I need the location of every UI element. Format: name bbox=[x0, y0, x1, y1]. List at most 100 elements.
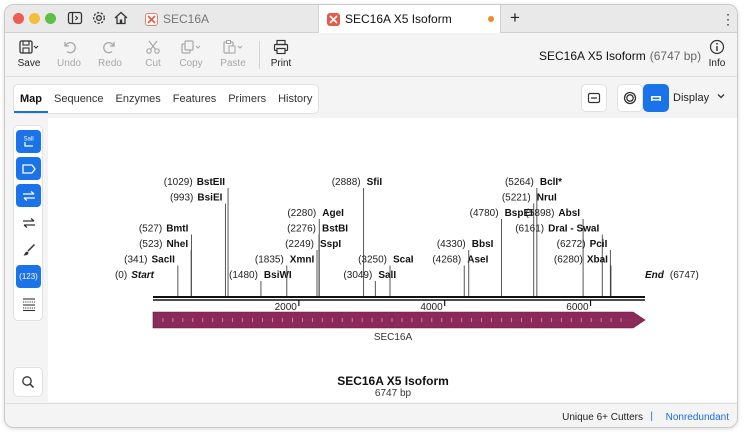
site-enzyme-name: BclI* bbox=[540, 177, 562, 188]
cut-button[interactable]: Cut bbox=[133, 37, 173, 75]
home-icon[interactable] bbox=[113, 10, 131, 28]
show-sequence-toggle[interactable] bbox=[16, 292, 41, 315]
gear-icon[interactable] bbox=[91, 10, 109, 28]
site-enzyme-name: XmnI bbox=[290, 255, 315, 266]
restriction-site-bsiei[interactable]: (993) BsiEI bbox=[170, 193, 223, 204]
site-enzyme-name: AgeI bbox=[322, 208, 344, 219]
undo-button[interactable]: Undo bbox=[49, 37, 89, 75]
restriction-site-drai-swai[interactable]: (6161) DraI - SwaI bbox=[515, 224, 599, 235]
restriction-site-scai[interactable]: ScaI bbox=[393, 255, 414, 266]
copy-button[interactable]: Copy bbox=[171, 37, 211, 75]
restriction-site-sfii[interactable]: SfiI bbox=[367, 177, 383, 188]
restriction-site-bsiwi[interactable]: BsiWI bbox=[264, 270, 292, 281]
print-button[interactable]: Print bbox=[261, 37, 301, 75]
restriction-site-bsteii[interactable]: (1029) BstEII bbox=[164, 177, 225, 188]
fit-view-button[interactable] bbox=[581, 84, 607, 112]
redo-button[interactable]: Redo bbox=[90, 37, 130, 75]
site-position: (2249) bbox=[285, 239, 314, 250]
site-position: (5898) bbox=[526, 208, 555, 219]
nonredundant-toggle[interactable]: Nonredundant bbox=[666, 412, 729, 423]
site-enzyme-name: NruI bbox=[537, 193, 557, 204]
print-label: Print bbox=[270, 58, 292, 69]
show-orfs-toggle[interactable]: SalI bbox=[16, 130, 41, 153]
show-translations-toggle[interactable] bbox=[16, 211, 41, 234]
enzyme-site-icon: SalI bbox=[23, 136, 34, 147]
site-enzyme-name: SfiI bbox=[367, 177, 383, 188]
status-separator: | bbox=[650, 411, 653, 422]
linear-map[interactable]: 2000 4000 6000 SEC16A (0) Start (341) SacII (523… bbox=[48, 118, 738, 402]
sidebar-toggle-icon[interactable] bbox=[67, 10, 85, 28]
more-options-icon[interactable]: ⋮ bbox=[721, 9, 735, 29]
tab-primers[interactable]: Primers bbox=[222, 85, 272, 113]
restriction-site-pcii[interactable]: (6272) PciI bbox=[557, 239, 608, 250]
show-primers-toggle[interactable] bbox=[16, 184, 41, 207]
map-length: 6747 bp bbox=[374, 388, 412, 399]
restriction-site-xbai[interactable]: (6280) XbaI bbox=[554, 255, 608, 266]
site-position: (1029) bbox=[164, 177, 193, 188]
tab-sec16a[interactable]: SEC16A bbox=[137, 5, 318, 33]
linear-map-icon bbox=[651, 96, 661, 101]
document-name: SEC16A X5 Isoform bbox=[539, 49, 646, 63]
restriction-site-sspi[interactable]: SspI bbox=[320, 239, 341, 250]
linear-map-canvas[interactable]: 2000 4000 6000 SEC16A (0) Start (341) SacII (523… bbox=[48, 118, 738, 402]
tab-history[interactable]: History bbox=[272, 85, 318, 113]
restriction-site-asei[interactable]: AseI bbox=[467, 255, 488, 266]
restriction-site-nrui[interactable]: NruI bbox=[537, 193, 557, 204]
enzyme-site-icon-text: SalI bbox=[23, 136, 34, 142]
display-dropdown[interactable]: Display bbox=[673, 84, 731, 112]
minimize-window-button[interactable] bbox=[29, 13, 40, 24]
site-position: (993) bbox=[170, 193, 193, 204]
enzyme-set-selector[interactable]: Unique 6+ Cutters bbox=[562, 412, 643, 423]
tab-map[interactable]: Map bbox=[14, 85, 48, 113]
site-position: (2888) bbox=[332, 177, 361, 188]
site-position: (6272) bbox=[557, 239, 586, 250]
restriction-site-agei[interactable]: AgeI bbox=[322, 208, 344, 219]
linear-view-button[interactable] bbox=[643, 84, 669, 112]
restriction-site-bstbi[interactable]: BstBI bbox=[322, 224, 348, 235]
save-button[interactable]: Save bbox=[9, 37, 49, 75]
site-enzyme-name: NheI bbox=[166, 239, 188, 250]
restriction-site-absi[interactable]: (5898) AbsI bbox=[526, 208, 581, 219]
new-tab-plus-icon[interactable]: + bbox=[505, 8, 525, 28]
paste-icon bbox=[223, 40, 243, 54]
info-button[interactable]: Info bbox=[697, 37, 737, 75]
site-position: (341) bbox=[124, 255, 147, 266]
color-toggle[interactable] bbox=[16, 238, 41, 261]
restriction-site-bmti[interactable]: (527) BmtI bbox=[139, 224, 189, 235]
tab-sequence[interactable]: Sequence bbox=[48, 85, 110, 113]
ruler-tick-label: 2000 bbox=[275, 302, 298, 313]
site-enzyme-name: DraI - SwaI bbox=[548, 224, 599, 235]
restriction-site-end[interactable]: End (6747) bbox=[645, 270, 699, 281]
site-position: (527) bbox=[139, 224, 162, 235]
tab-features[interactable]: Features bbox=[167, 85, 222, 113]
sequence-lines-icon bbox=[22, 297, 35, 311]
restriction-site-bcli[interactable]: BclI* bbox=[540, 177, 562, 188]
snapgene-logo-icon bbox=[145, 12, 158, 26]
site-enzyme-name: ScaI bbox=[393, 255, 414, 266]
restriction-site-sacii[interactable]: (341) SacII bbox=[124, 255, 175, 266]
restriction-site-start[interactable]: (0) Start bbox=[115, 270, 155, 281]
site-position: (4330) bbox=[437, 239, 466, 250]
site-position: (1480) bbox=[229, 270, 258, 281]
site-position: (2276) bbox=[287, 224, 316, 235]
tab-enzymes[interactable]: Enzymes bbox=[110, 85, 167, 113]
find-button[interactable] bbox=[13, 367, 43, 397]
show-numbers-toggle[interactable]: (123) bbox=[16, 265, 41, 288]
restriction-site-sali[interactable]: SalI bbox=[378, 270, 396, 281]
show-features-toggle[interactable] bbox=[16, 157, 41, 180]
site-enzyme-name: Start bbox=[131, 270, 154, 281]
site-enzyme-name: SacII bbox=[152, 255, 176, 266]
site-enzyme-name: BbsI bbox=[472, 239, 494, 250]
paste-button[interactable]: Paste bbox=[213, 37, 253, 75]
restriction-site-xmni[interactable]: XmnI bbox=[290, 255, 315, 266]
restriction-site-nhei[interactable]: (523) NheI bbox=[139, 239, 188, 250]
restriction-site-bbsi[interactable]: BbsI bbox=[472, 239, 494, 250]
view-tabs: Map Sequence Enzymes Features Primers Hi… bbox=[13, 84, 320, 114]
site-position: (4780) bbox=[470, 208, 499, 219]
close-window-button[interactable] bbox=[13, 13, 24, 24]
circular-view-button[interactable] bbox=[617, 84, 643, 112]
zoom-window-button[interactable] bbox=[45, 13, 56, 24]
site-position: (2280) bbox=[287, 208, 316, 219]
tab-sec16a-x5-isoform[interactable]: SEC16A X5 Isoform bbox=[318, 5, 501, 33]
snapgene-logo-icon bbox=[327, 12, 340, 26]
